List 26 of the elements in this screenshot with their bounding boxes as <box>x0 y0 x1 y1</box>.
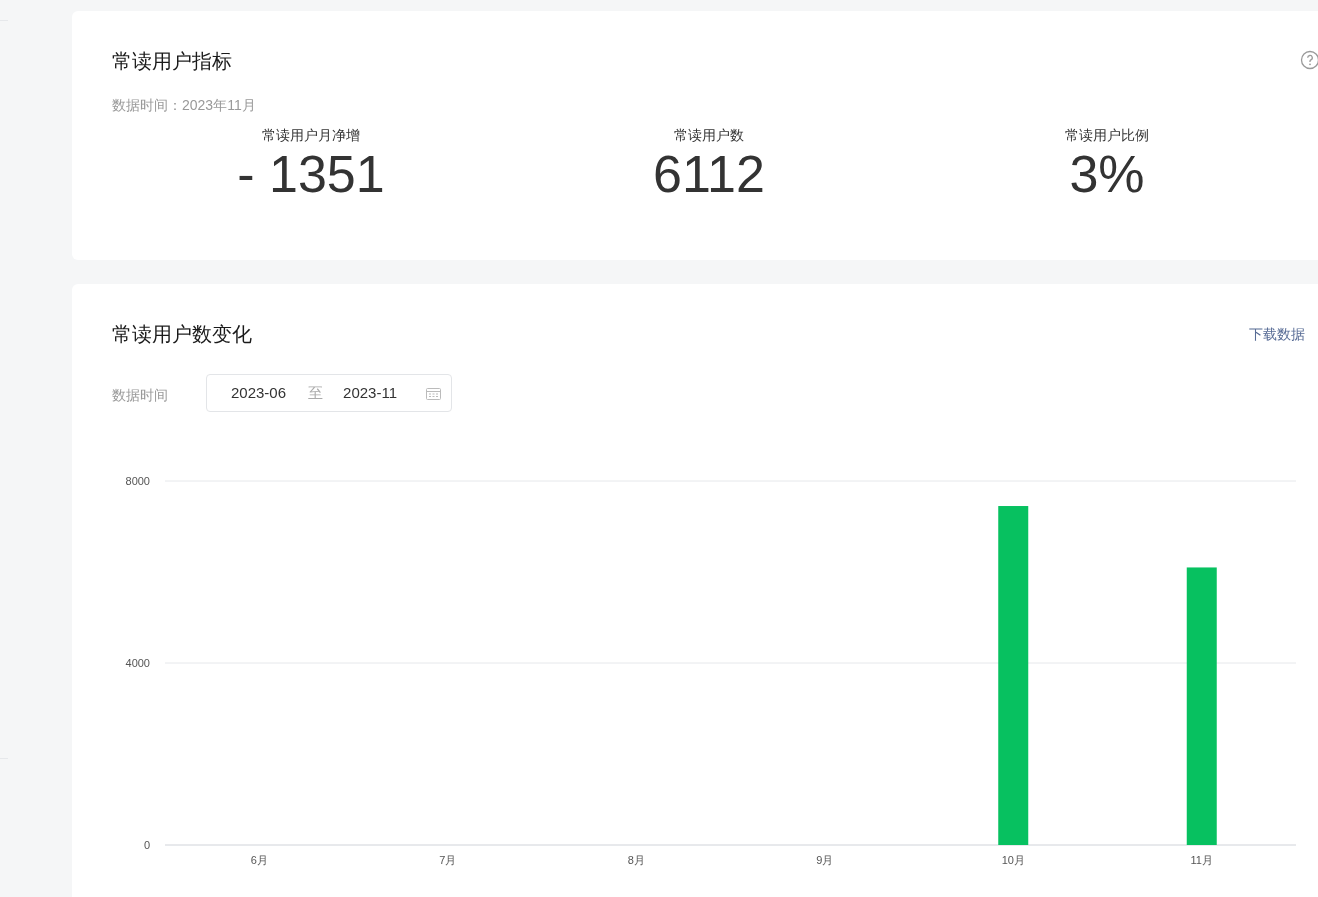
card-title: 常读用户数变化 <box>112 322 252 346</box>
x-axis-label: 6月 <box>250 854 268 866</box>
metric-value: 3% <box>1069 145 1145 203</box>
data-time-text: 数据时间：2023年11月 <box>112 97 256 113</box>
filter-label: 数据时间 <box>112 385 169 405</box>
end-date[interactable]: 2023-11 <box>343 381 397 405</box>
calendar-icon[interactable] <box>426 386 441 400</box>
card-title: 常读用户指标 <box>112 49 232 73</box>
y-axis-label: 4000 <box>125 657 150 669</box>
x-axis-label: 10月 <box>1001 854 1025 866</box>
metric-label: 常读用户月净增 <box>262 126 360 145</box>
x-axis-label: 7月 <box>439 854 457 866</box>
y-axis-label: 8000 <box>125 475 150 487</box>
x-axis-label: 9月 <box>816 854 834 866</box>
metric-label: 常读用户比例 <box>1065 126 1149 145</box>
x-axis-label: 11月 <box>1190 854 1213 866</box>
download-link[interactable]: 下载数据 <box>1249 323 1305 345</box>
start-date[interactable]: 2023-06 <box>231 381 287 405</box>
range-separator: 至 <box>308 382 324 403</box>
y-axis-label: 0 <box>143 839 150 851</box>
x-axis-label: 8月 <box>627 854 645 866</box>
date-range-picker[interactable]: 2023-06 至 2023-11 <box>206 374 452 412</box>
metric-value: - 1351 <box>237 145 385 203</box>
metric-value: 6112 <box>653 145 765 203</box>
metric-label: 常读用户数 <box>674 126 744 145</box>
help-icon[interactable] <box>1300 50 1318 70</box>
